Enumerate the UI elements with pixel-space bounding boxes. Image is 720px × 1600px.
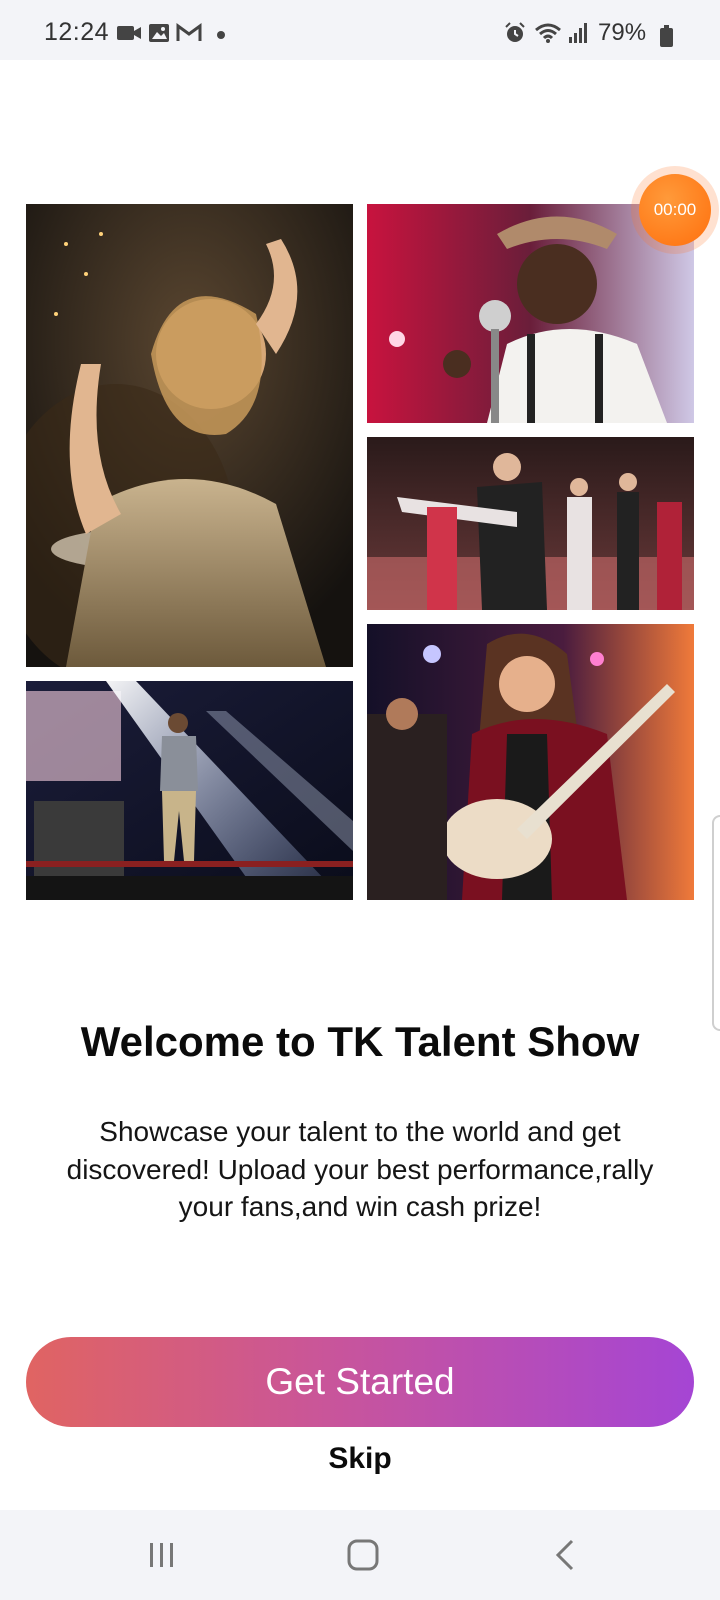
dot-icon (217, 31, 225, 39)
home-button[interactable] (333, 1530, 393, 1580)
battery-icon (660, 25, 673, 47)
gallery-icon (149, 24, 169, 42)
stage-performer-photo (26, 681, 353, 900)
back-button[interactable] (535, 1530, 595, 1580)
edge-panel-handle[interactable] (712, 815, 720, 1031)
welcome-title: Welcome to TK Talent Show (80, 1018, 640, 1065)
signal-icon (569, 23, 587, 43)
status-time: 12:24 (44, 18, 110, 46)
status-bar: 12:24 79% (0, 0, 720, 60)
ballroom-dancers-photo (367, 437, 694, 610)
recent-apps-icon (150, 1543, 173, 1567)
back-icon (555, 1539, 574, 1571)
alarm-icon (505, 22, 525, 42)
gmail-icon (176, 23, 202, 41)
skip-link[interactable]: Skip (310, 1442, 410, 1476)
video-icon (117, 26, 141, 40)
welcome-description: Showcase your talent to the world and ge… (66, 1116, 654, 1222)
wifi-icon (535, 23, 561, 43)
home-icon (347, 1539, 379, 1571)
battery-percentage: 79% (598, 19, 647, 46)
recent-apps-button[interactable] (132, 1530, 192, 1580)
navigation-bar (0, 1510, 720, 1600)
guitarist-photo (367, 624, 694, 900)
get-started-button[interactable]: Get Started (26, 1337, 694, 1427)
dancing-woman-photo (26, 204, 353, 667)
recording-timer-badge[interactable]: 00:00 (639, 174, 711, 246)
